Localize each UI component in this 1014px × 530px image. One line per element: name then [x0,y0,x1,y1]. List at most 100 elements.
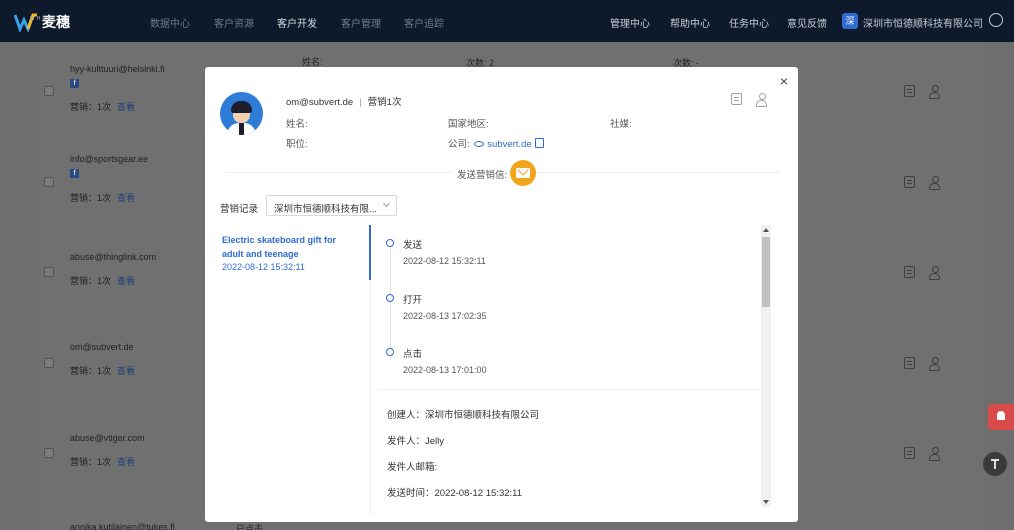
brand-logo[interactable]: 麦穗 [13,11,70,34]
sender-text: 发件人：Jelly [387,436,445,447]
view-link[interactable]: 查看 [117,457,135,467]
scroll-down-icon[interactable] [763,500,769,504]
position-field: 职位: [286,139,308,150]
nav-customer-development[interactable]: 客户开发 [277,15,317,30]
row-checkbox[interactable] [44,267,54,277]
note-icon[interactable] [731,93,742,105]
campaign-date: 2022-08-12 15:32:11 [222,262,305,272]
row-email: info@sportsgear.ee [70,154,149,164]
row-checkbox[interactable] [44,448,54,458]
send-marketing-label: 发送营销信: [453,167,512,181]
row-email: om@subvert.de [70,342,134,352]
user-icon[interactable] [929,266,940,280]
timeline-time: 2022-08-13 17:02:35 [403,311,487,321]
row-actions [904,85,944,99]
row-email: annika.kutilainen@tukes.fi [70,522,175,530]
row-status: 已点击 [236,524,264,530]
note-icon[interactable] [904,266,915,278]
user-icon[interactable] [756,93,767,107]
view-link[interactable]: 查看 [117,276,135,286]
modal-actions [731,93,771,107]
timeline-dot [386,294,394,302]
facebook-icon[interactable]: f [70,169,79,178]
scroll-thumb[interactable] [762,237,770,307]
nav-feedback[interactable]: 意见反馈 [787,15,827,30]
user-icon[interactable] [929,176,940,190]
nav-customer-resources[interactable]: 客户资源 [214,15,254,30]
company-note-icon[interactable] [534,138,544,148]
campaign-item[interactable]: Electric skateboard gift for adult and t… [222,233,352,272]
region-field: 国家地区: [448,119,489,130]
record-select[interactable]: 深圳市恒德顺科技有限... [266,195,397,216]
record-label: 营销记录 [220,204,259,215]
note-icon[interactable] [904,357,915,369]
company-link[interactable]: subvert.de [487,139,531,150]
timeline-dot [386,348,394,356]
send-time-text: 发送时间：2022-08-12 15:32:11 [387,488,523,499]
nav-customer-tracking[interactable]: 客户追踪 [404,15,444,30]
user-icon[interactable] [929,447,940,461]
divider [378,389,760,390]
view-link[interactable]: 查看 [117,193,135,203]
row-actions [904,176,944,190]
row-stat: 营销：1次 查看 [70,102,136,112]
eye-icon[interactable] [474,141,485,147]
row-email: abuse@vtiger.com [70,433,145,443]
row-email: abuse@thinglink.com [70,252,157,262]
row-stat: 营销：1次 查看 [70,457,136,467]
contact-email: om@subvert.de [286,97,354,108]
social-field: 社媒: [610,119,632,130]
row-checkbox[interactable] [44,177,54,187]
note-icon[interactable] [904,176,915,188]
close-icon[interactable]: × [777,74,791,88]
timeline-event: 发送 [403,240,423,251]
notification-bell-icon[interactable] [988,404,1014,430]
wheat-logo-icon [13,12,38,34]
row-stat: 营销：1次 查看 [70,366,136,376]
sender-email-text: 发件人邮箱: [387,462,438,473]
user-icon[interactable] [929,357,940,371]
customer-detail-modal: × om@subvert.de | 营销1次 姓名: 国家地区: 社媒: 职位: 公… [205,67,798,522]
contact-avatar [220,92,263,135]
company-field: 公司: subvert.de [448,136,544,150]
timeline-dot [386,239,394,247]
scroll-up-icon[interactable] [763,228,769,232]
row-stat: 营销：1次 查看 [70,193,136,203]
creator-text: 创建人：深圳市恒德顺科技有限公司 [387,410,540,421]
active-indicator [369,225,371,280]
back-to-top-icon[interactable] [983,452,1007,476]
row-actions [904,447,944,461]
row-checkbox[interactable] [44,358,54,368]
timeline-time: 2022-08-12 15:32:11 [403,256,486,266]
row-actions [904,266,944,280]
company-name[interactable]: 深圳市恒德顺科技有限公司 [863,15,983,30]
nav-data-center[interactable]: 数据中心 [150,15,190,30]
nav-admin-center[interactable]: 管理中心 [610,15,650,30]
row-checkbox[interactable] [44,86,54,96]
facebook-icon[interactable]: f [70,79,79,88]
contact-header: om@subvert.de | 营销1次 [286,97,402,108]
timeline-time: 2022-08-13 17:01:00 [403,365,487,375]
scrollbar[interactable] [761,225,771,507]
send-mail-button[interactable] [510,160,536,186]
view-link[interactable]: 查看 [117,366,135,376]
marketing-count: 营销1次 [367,97,402,108]
company-avatar[interactable]: 深 [842,13,858,29]
user-icon[interactable] [929,85,940,99]
timeline-event: 打开 [403,295,423,306]
chevron-down-icon [382,199,391,208]
brand-sub: WHEAT [30,16,58,22]
nav-customer-management[interactable]: 客户管理 [341,15,381,30]
nav-task-center[interactable]: 任务中心 [729,15,769,30]
name-field: 姓名: [286,119,308,130]
nav-help-center[interactable]: 帮助中心 [670,15,710,30]
row-actions [904,357,944,371]
top-nav: 麦穗 WHEAT 数据中心 客户资源 客户开发 客户管理 客户追踪 管理中心 帮… [0,0,1014,42]
note-icon[interactable] [904,447,915,459]
note-icon[interactable] [904,85,915,97]
view-link[interactable]: 查看 [117,102,135,112]
smile-icon[interactable] [989,13,1003,27]
campaign-title: Electric skateboard gift for adult and t… [222,235,337,259]
row-stat: 营销：1次 查看 [70,276,136,286]
timeline-event: 点击 [403,349,423,360]
